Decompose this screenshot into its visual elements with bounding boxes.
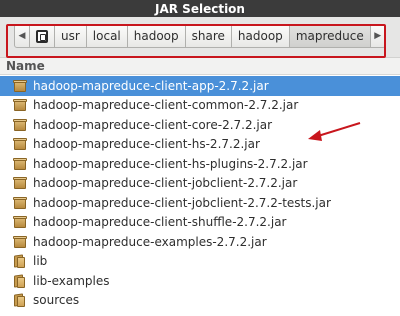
path-segment-usr[interactable]: usr: [54, 24, 87, 48]
file-row[interactable]: hadoop-mapreduce-client-app-2.7.2.jar: [0, 76, 400, 96]
folder-name: sources: [33, 293, 80, 308]
jar-file-icon: [13, 157, 27, 171]
path-segment-hadoop-2[interactable]: hadoop: [230, 24, 290, 48]
path-scroll-left-button[interactable]: ◀: [14, 24, 30, 48]
jar-file-icon: [13, 215, 27, 229]
path-segment-mapreduce[interactable]: mapreduce: [288, 24, 371, 48]
folder-row[interactable]: sources: [0, 291, 400, 311]
jar-file-icon: [13, 196, 27, 210]
file-name: hadoop-mapreduce-client-jobclient-2.7.2-…: [33, 195, 331, 210]
path-segment-local[interactable]: local: [85, 24, 128, 48]
path-segment-hadoop[interactable]: hadoop: [126, 24, 186, 48]
jar-file-icon: [13, 79, 27, 93]
jar-file-icon: [13, 235, 27, 249]
folder-row[interactable]: lib-examples: [0, 271, 400, 291]
file-row[interactable]: hadoop-mapreduce-client-jobclient-2.7.2-…: [0, 193, 400, 213]
path-scroll-right-button[interactable]: ▶: [369, 24, 386, 48]
path-bar: ◀ usr local hadoop share hadoop mapreduc…: [14, 24, 386, 48]
jar-file-icon: [13, 118, 27, 132]
file-name: hadoop-mapreduce-client-app-2.7.2.jar: [33, 78, 269, 93]
drive-icon: [36, 29, 48, 43]
file-row[interactable]: hadoop-mapreduce-client-shuffle-2.7.2.ja…: [0, 213, 400, 233]
file-row[interactable]: hadoop-mapreduce-examples-2.7.2.jar: [0, 232, 400, 252]
annotation-arrow: [308, 122, 361, 141]
file-row[interactable]: hadoop-mapreduce-client-common-2.7.2.jar: [0, 96, 400, 116]
jar-file-icon: [13, 137, 27, 151]
name-column-header[interactable]: Name: [0, 58, 400, 75]
folder-icon: [13, 274, 27, 288]
folder-icon: [13, 254, 27, 269]
file-name: hadoop-mapreduce-client-shuffle-2.7.2.ja…: [33, 215, 287, 230]
folder-name: lib: [33, 254, 48, 269]
folder-name: lib-examples: [33, 273, 110, 288]
file-name: hadoop-mapreduce-client-jobclient-2.7.2.…: [33, 176, 298, 191]
jar-file-icon: [13, 98, 27, 112]
folder-icon: [13, 293, 27, 308]
file-name: hadoop-mapreduce-examples-2.7.2.jar: [33, 234, 267, 249]
jar-file-icon: [13, 176, 27, 190]
file-name: hadoop-mapreduce-client-hs-2.7.2.jar: [33, 137, 260, 152]
file-name: hadoop-mapreduce-client-core-2.7.2.jar: [33, 117, 273, 132]
file-row[interactable]: hadoop-mapreduce-client-jobclient-2.7.2.…: [0, 174, 400, 194]
file-name: hadoop-mapreduce-client-common-2.7.2.jar: [33, 98, 299, 113]
file-name: hadoop-mapreduce-client-hs-plugins-2.7.2…: [33, 156, 308, 171]
file-list: hadoop-mapreduce-client-app-2.7.2.jar ha…: [0, 76, 400, 310]
window-title: JAR Selection: [0, 0, 400, 17]
folder-row[interactable]: lib: [0, 252, 400, 272]
root-drive-button[interactable]: [29, 24, 55, 48]
path-segment-share[interactable]: share: [184, 24, 232, 48]
file-row[interactable]: hadoop-mapreduce-client-hs-plugins-2.7.2…: [0, 154, 400, 174]
